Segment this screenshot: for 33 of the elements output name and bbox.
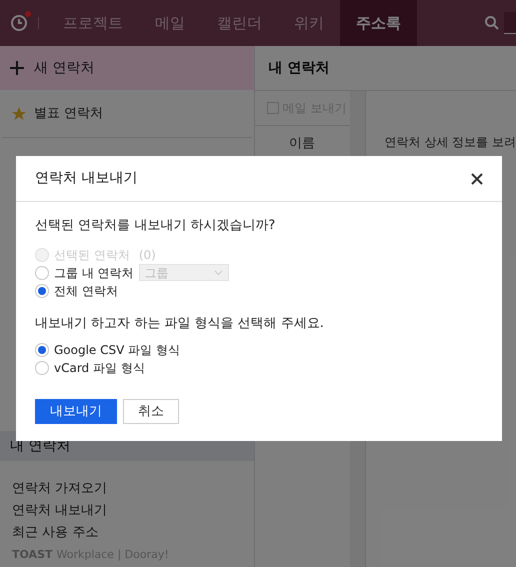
format-prompt: 내보내기 하고자 하는 파일 형식을 선택해 주세요.: [35, 314, 325, 332]
radio-button[interactable]: [35, 284, 49, 298]
search-icon[interactable]: [484, 15, 500, 31]
new-contact-button[interactable]: 새 연락처: [0, 46, 254, 90]
nav-tab[interactable]: 주소록: [340, 0, 417, 46]
export-question: 선택된 연락처를 내보내기 하시겠습니까?: [35, 217, 276, 235]
radio-button[interactable]: [35, 266, 49, 280]
close-icon[interactable]: [471, 172, 483, 184]
nav-tab[interactable]: 위키: [278, 0, 340, 46]
cancel-button[interactable]: 취소: [123, 399, 179, 424]
export-button[interactable]: 내보내기: [35, 399, 117, 424]
nav-tab[interactable]: 메일: [139, 0, 201, 46]
checkbox[interactable]: [266, 102, 279, 114]
plus-icon: [10, 61, 24, 75]
starred-contacts-item[interactable]: 별표 연락처: [2, 90, 252, 138]
chevron-down-icon: [214, 270, 223, 276]
sidebar-link[interactable]: 연락처 내보내기: [0, 501, 120, 523]
search-field[interactable]: [504, 12, 516, 34]
option-label: Google CSV 파일 형식: [54, 342, 180, 359]
nav-tab[interactable]: 캘린더: [201, 0, 278, 46]
column-header: 이름: [289, 135, 316, 153]
detail-hint: 연락처 상세 정보를 보려: [384, 135, 516, 149]
radio-button[interactable]: [35, 343, 49, 357]
dialog-title: 연락처 내보내기: [35, 169, 138, 188]
option-label: 그룹 내 연락처: [54, 264, 134, 282]
nav-tab[interactable]: 프로젝트: [47, 0, 139, 46]
sidebar-link[interactable]: 최근 사용 주소: [0, 523, 110, 545]
clock-icon[interactable]: [10, 14, 28, 32]
sidebar-link[interactable]: 연락처 가져오기: [0, 479, 120, 501]
radio-button[interactable]: [35, 361, 49, 375]
option-label: vCard 파일 형식: [54, 360, 145, 377]
star-icon: [12, 106, 26, 120]
option-label: 전체 연락처: [54, 282, 118, 300]
